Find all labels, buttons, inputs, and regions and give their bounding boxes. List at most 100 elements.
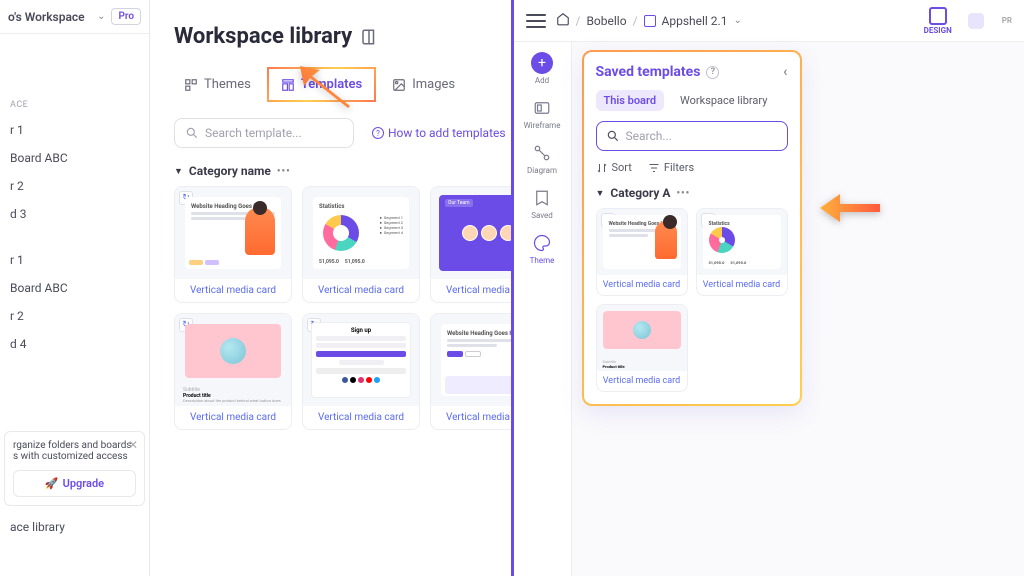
close-icon[interactable]: ✕: [128, 438, 138, 452]
rail-wireframe[interactable]: Wireframe: [524, 97, 561, 130]
themes-icon: [184, 78, 198, 92]
chip-icon[interactable]: [968, 13, 984, 29]
search-placeholder: Search template...: [205, 126, 302, 140]
callout-arrow-icon: [300, 66, 360, 110]
saved-templates-panel: Saved templates ? ‹ This board Workspace…: [582, 50, 802, 406]
home-icon[interactable]: [556, 12, 570, 29]
nav-item[interactable]: r 1: [0, 116, 149, 144]
nav-item[interactable]: Board ABC: [0, 274, 149, 302]
breadcrumb-board[interactable]: Appshell 2.1: [662, 14, 728, 28]
nav-item[interactable]: d 3: [0, 200, 149, 228]
panel-search-input[interactable]: Search...: [596, 121, 788, 151]
card-label: Vertical media card: [431, 279, 514, 302]
template-card[interactable]: Statistics 51,095.051,095.0 Vertical med…: [696, 208, 788, 296]
more-icon[interactable]: •••: [676, 188, 690, 199]
card-label: Vertical media card: [175, 279, 291, 302]
rail-diagram[interactable]: Diagram: [527, 142, 557, 175]
pro-badge: Pro: [111, 8, 141, 25]
filters-label: Filters: [664, 161, 694, 174]
category-header[interactable]: ▼ Category name •••: [174, 164, 511, 178]
upgrade-button[interactable]: 🚀 Upgrade: [13, 470, 136, 497]
workspace-switcher[interactable]: o's Workspace ⌄ Pro: [0, 0, 149, 34]
panel-template-grid: Website Heading Goes Here Vertical media…: [596, 208, 788, 392]
back-icon[interactable]: ‹: [783, 64, 787, 80]
card-label: Vertical media card: [597, 371, 687, 391]
template-card[interactable]: Website Heading Goes Here Vertical media…: [430, 313, 514, 430]
chevron-down-icon[interactable]: ⌄: [733, 15, 741, 26]
category-name: Category A: [610, 186, 670, 200]
rail-label: Add: [535, 76, 549, 85]
template-card[interactable]: Statistics Segment 1Segment 2 Segment 3S…: [302, 186, 420, 303]
howto-link[interactable]: ? How to add templates: [372, 126, 506, 140]
template-card[interactable]: Website Heading Goes Here Vertical media…: [174, 186, 292, 303]
nav-item[interactable]: r 2: [0, 302, 149, 330]
panel-category-header[interactable]: ▼ Category A •••: [596, 186, 788, 200]
rail-label: Diagram: [527, 166, 557, 175]
tab-label: Themes: [204, 77, 251, 92]
scope-this-board[interactable]: This board: [596, 90, 665, 111]
help-icon: ?: [372, 127, 384, 139]
nav-item[interactable]: r 1: [0, 246, 149, 274]
chevron-down-icon: ⌄: [97, 11, 105, 22]
filters-button[interactable]: Filters: [648, 161, 694, 174]
theme-icon: [531, 232, 553, 254]
card-label: Vertical media card: [175, 406, 291, 429]
rocket-icon: 🚀: [45, 477, 59, 490]
scope-workspace-library[interactable]: Workspace library: [672, 90, 775, 111]
sort-label: Sort: [612, 161, 632, 174]
rail-saved[interactable]: Saved: [531, 187, 553, 220]
rail-theme[interactable]: Theme: [530, 232, 555, 265]
product-image: [603, 311, 681, 349]
mini-title: Sign up: [316, 327, 406, 334]
templates-icon: [281, 78, 295, 92]
rail-add[interactable]: +Add: [531, 52, 553, 85]
donut-chart-icon: [709, 227, 735, 253]
card-label: Vertical media card: [597, 275, 687, 295]
menu-icon[interactable]: [526, 14, 546, 28]
template-card[interactable]: Our Team Vertical media card: [430, 186, 514, 303]
rail-label: Wireframe: [524, 121, 561, 130]
diagram-icon: [531, 142, 553, 164]
avatars-preview: Our Team: [439, 195, 514, 271]
tab-images[interactable]: Images: [382, 71, 465, 98]
more-icon[interactable]: •••: [277, 166, 291, 177]
workspace-library-link[interactable]: ace library: [10, 512, 65, 542]
search-icon: [185, 126, 199, 140]
person-image: [655, 221, 677, 259]
template-card[interactable]: Website Heading Goes Here Vertical media…: [596, 208, 688, 296]
tool-rail: +Add Wireframe Diagram Saved Theme: [514, 42, 572, 576]
design-icon: [929, 7, 947, 25]
design-label: DESIGN: [924, 26, 952, 35]
tab-label: Images: [412, 77, 455, 92]
search-input[interactable]: Search template...: [174, 118, 354, 148]
filter-icon: [648, 162, 660, 174]
template-card[interactable]: Subtitle Product title Description about…: [174, 313, 292, 430]
breadcrumb-workspace[interactable]: Bobello: [586, 14, 626, 28]
card-label: Vertical media card: [303, 279, 419, 302]
callout-arrow-icon: [820, 190, 880, 234]
board-icon: [644, 15, 656, 27]
panel-title-text: Saved templates: [596, 64, 701, 80]
search-icon: [606, 129, 620, 143]
nav-item[interactable]: r 2: [0, 172, 149, 200]
rail-label: Theme: [530, 256, 555, 265]
sort-button[interactable]: Sort: [596, 161, 632, 174]
template-card[interactable]: Subtitle Product title Vertical media ca…: [596, 304, 688, 392]
legend: Segment 1Segment 2 Segment 3Segment 4: [379, 215, 403, 235]
mini-title: Website Heading Goes Here: [447, 330, 514, 337]
nav-item[interactable]: Board ABC: [0, 144, 149, 172]
tab-themes[interactable]: Themes: [174, 71, 261, 98]
template-card[interactable]: Sign up Vertical media card: [302, 313, 420, 430]
saved-icon: [531, 187, 553, 209]
card-label: Vertical media card: [303, 406, 419, 429]
nav-item[interactable]: d 4: [0, 330, 149, 358]
promo-text: s with customized access: [13, 451, 136, 462]
workspace-name: o's Workspace: [8, 10, 91, 24]
rail-label: Saved: [531, 211, 553, 220]
design-mode-button[interactable]: DESIGN: [924, 7, 952, 35]
editor-topbar: / Bobello / Appshell 2.1 ⌄ DESIGN PR: [514, 0, 1024, 42]
sort-icon: [596, 162, 608, 174]
scope-tabs: This board Workspace library: [596, 90, 788, 111]
help-icon[interactable]: ?: [706, 66, 719, 79]
library-main: Workspace library Themes Templates Image…: [150, 0, 511, 430]
